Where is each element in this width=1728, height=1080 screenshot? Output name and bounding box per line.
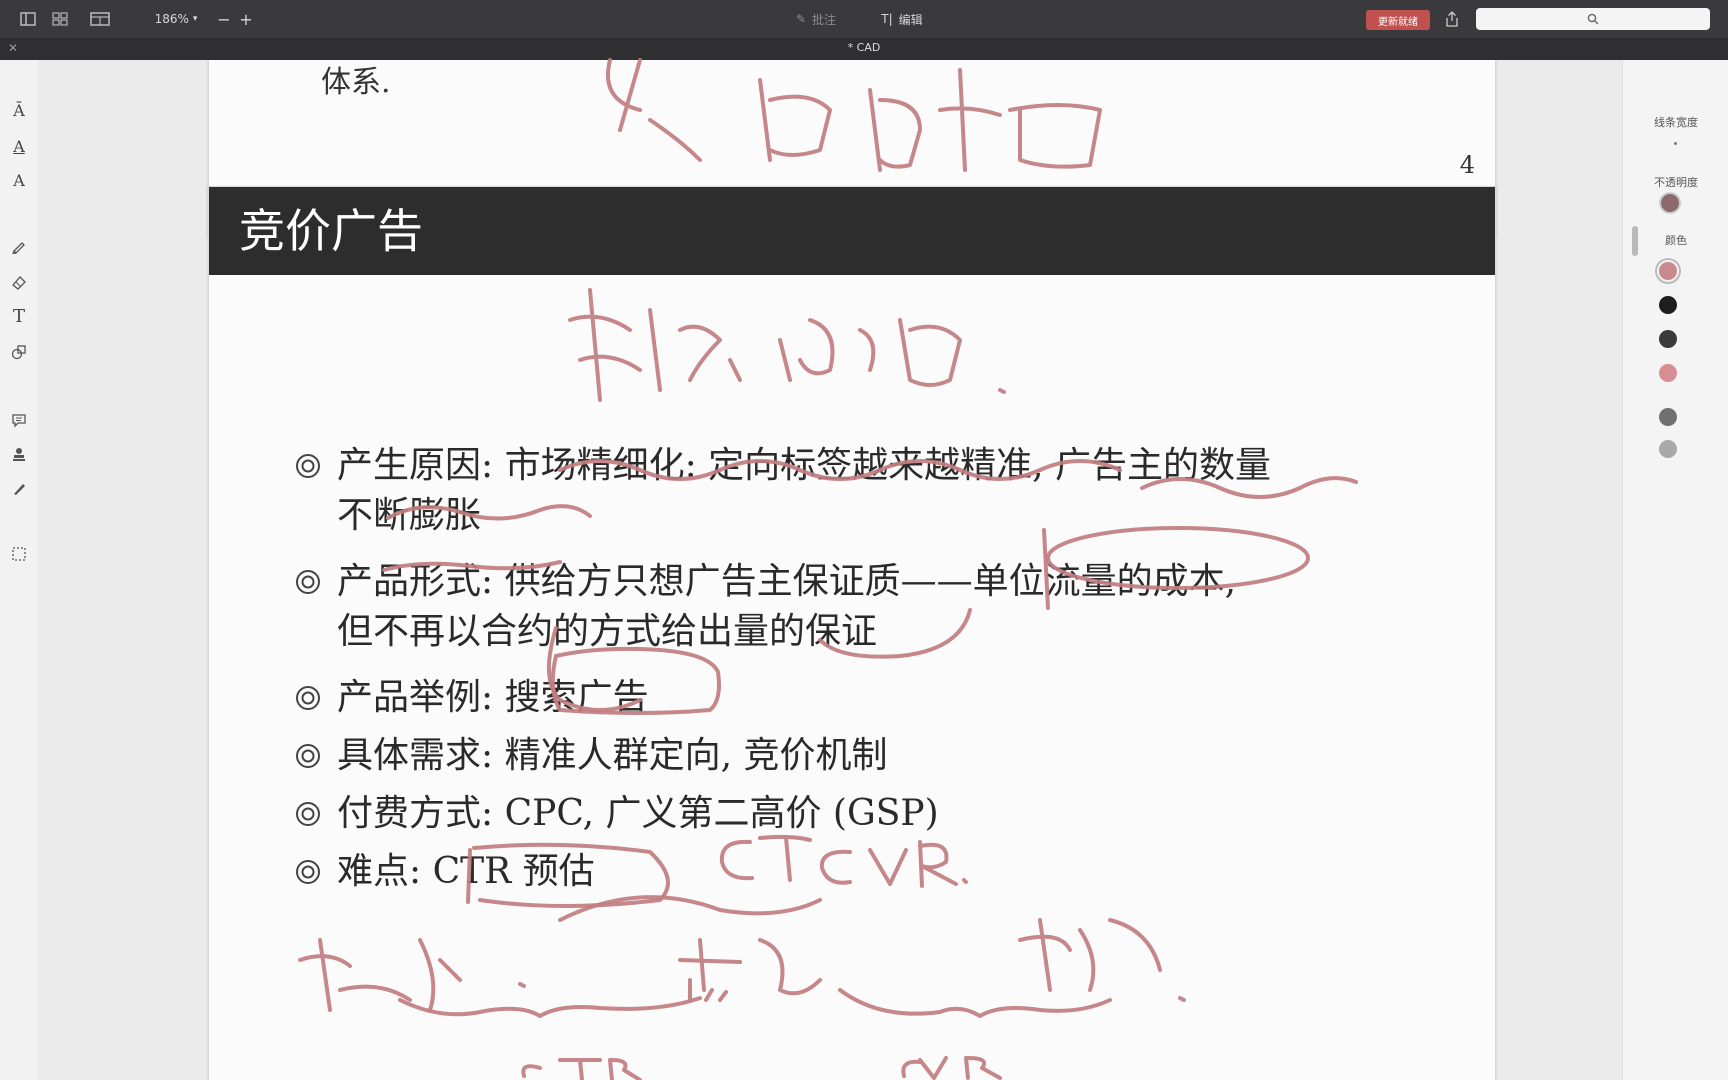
bullet-item: 付费方式: CPC, 广义第二高价 (GSP)	[296, 793, 939, 835]
pencil-icon[interactable]	[9, 236, 29, 256]
bullet-line: 具体需求: 精准人群定向, 竞价机制	[337, 735, 888, 776]
sidebar-icon[interactable]	[16, 0, 40, 38]
document-tab-title[interactable]: * CAD	[0, 41, 1728, 54]
bullet-line-continued: 不断膨胀	[337, 495, 482, 536]
text-tool-icon[interactable]: T	[9, 306, 29, 327]
bullet-item: 产品形式: 供给方只想广告主保证质——单位流量的成本, 但不再以合约的方式给出量…	[296, 561, 1237, 653]
line-width-dot[interactable]	[1674, 142, 1677, 145]
annotation-tool-strip: Ā A A T	[0, 60, 39, 1080]
color-label: 颜色	[1665, 234, 1687, 247]
bullet-item: 难点: CTR 预估	[296, 851, 595, 893]
page-layout-icon[interactable]	[86, 0, 114, 38]
bullet-line-continued: 但不再以合约的方式给出量的保证	[337, 611, 878, 652]
underline-text-icon[interactable]: A	[9, 136, 29, 156]
bullet-circle-icon	[296, 570, 320, 594]
opacity-control[interactable]	[1659, 192, 1681, 214]
highlighter-icon: ✎	[795, 12, 807, 26]
bullet-item: 产生原因: 市场精细化: 定向标签越来越精准, 广告主的数量 不断膨胀	[296, 445, 1272, 537]
bullet-circle-icon	[296, 860, 320, 884]
zoom-value: 186%	[154, 12, 189, 26]
color-swatch[interactable]	[1659, 364, 1677, 382]
zoom-out-button[interactable]: −	[214, 0, 234, 38]
edit-label: 编辑	[898, 12, 923, 27]
zoom-in-button[interactable]: +	[236, 0, 256, 38]
pen-properties-panel: 线条宽度 不透明度 颜色	[1622, 60, 1728, 1080]
bullet-line: 难点: CTR 预估	[337, 851, 595, 892]
search-icon	[1587, 13, 1599, 25]
edit-button[interactable]: T| 编辑	[872, 0, 932, 38]
scrollbar-thumb[interactable]	[1632, 226, 1638, 256]
minus-icon: −	[217, 9, 231, 29]
page-number: 4	[1459, 151, 1475, 179]
color-swatch[interactable]	[1659, 330, 1677, 348]
bullet-line: 产生原因: 市场精细化: 定向标签越来越精准, 广告主的数量	[337, 445, 1272, 486]
squiggly-text-icon[interactable]: A	[9, 170, 29, 190]
color-swatch[interactable]	[1659, 440, 1677, 458]
grid-icon[interactable]	[48, 0, 72, 38]
top-toolbar: 186% ▾ − + ✎ 批注 T| 编辑 更新就绪	[0, 0, 1728, 39]
line-width-label: 线条宽度	[1654, 116, 1698, 129]
slide-header: 竞价广告	[209, 187, 1495, 275]
opacity-label: 不透明度	[1654, 176, 1698, 189]
color-swatch-selected[interactable]	[1655, 258, 1681, 284]
strikethrough-text-icon[interactable]: Ā	[9, 100, 29, 120]
search-input[interactable]	[1476, 8, 1710, 30]
selection-icon[interactable]	[9, 544, 29, 564]
stamp-icon[interactable]	[9, 444, 29, 464]
bullet-circle-icon	[296, 802, 320, 826]
tab-bar: ✕ * CAD	[0, 38, 1728, 60]
comment-icon[interactable]	[9, 410, 29, 430]
bullet-circle-icon	[296, 686, 320, 710]
bullet-line: 付费方式: CPC, 广义第二高价 (GSP)	[337, 793, 939, 834]
update-ready-button[interactable]: 更新就绪	[1366, 10, 1430, 30]
chevron-down-icon: ▾	[192, 14, 198, 24]
slide-title: 竞价广告	[239, 204, 423, 258]
bullet-item: 产品举例: 搜索广告	[296, 677, 649, 719]
signature-icon[interactable]	[9, 478, 29, 498]
previous-page-text: 体系.	[321, 65, 391, 100]
text-edit-icon: T|	[881, 12, 893, 26]
annotate-button[interactable]: ✎ 批注	[786, 0, 846, 38]
annotate-label: 批注	[812, 12, 837, 27]
document-canvas[interactable]: 体系. 4 竞价广告 产生原因: 市场精细化: 定向标签越来越精准, 广告主的数…	[38, 60, 1622, 1080]
bullet-circle-icon	[296, 744, 320, 768]
share-icon[interactable]	[1440, 0, 1464, 38]
plus-icon: +	[239, 9, 253, 29]
shape-tool-icon[interactable]	[9, 342, 29, 362]
zoom-select[interactable]: 186% ▾	[146, 0, 206, 38]
bullet-circle-icon	[296, 454, 320, 478]
bullet-item: 具体需求: 精准人群定向, 竞价机制	[296, 735, 888, 777]
color-swatch[interactable]	[1659, 408, 1677, 426]
slide-page: 竞价广告 产生原因: 市场精细化: 定向标签越来越精准, 广告主的数量 不断膨胀…	[208, 186, 1496, 1080]
color-swatch[interactable]	[1659, 296, 1677, 314]
bullet-line: 产品举例: 搜索广告	[337, 677, 649, 718]
eraser-icon[interactable]	[9, 272, 29, 292]
bullet-line: 产品形式: 供给方只想广告主保证质——单位流量的成本,	[337, 561, 1237, 602]
